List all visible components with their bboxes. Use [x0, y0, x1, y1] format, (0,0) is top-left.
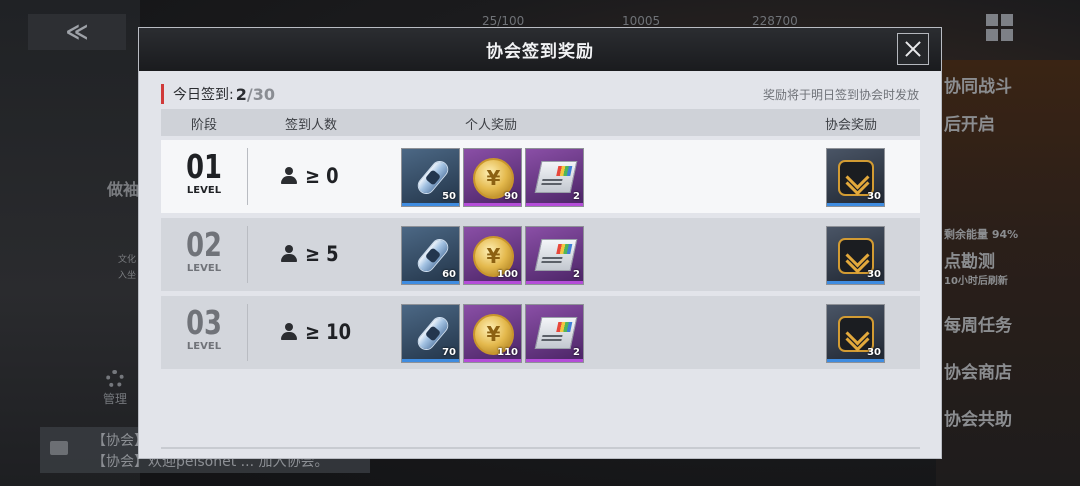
- table-header: 阶段 签到人数 个人奖励 协会奖励: [161, 109, 920, 136]
- reward-notice: 奖励将于明日签到协会时发放: [762, 88, 919, 102]
- col-guild-reward: 协会奖励: [824, 118, 877, 133]
- chat-bubble-icon: [50, 441, 68, 455]
- rarity-bar: [827, 359, 884, 362]
- rarity-bar: [464, 203, 521, 206]
- rarity-bar: [827, 281, 884, 284]
- level-word: LEVEL: [186, 185, 222, 196]
- reward-item-chip[interactable]: 2: [525, 226, 584, 285]
- rarity-bar: [464, 281, 521, 284]
- reward-item-capsule[interactable]: 50: [401, 148, 460, 207]
- rarity-bar: [402, 281, 459, 284]
- grid-menu-icon[interactable]: [986, 14, 1014, 42]
- gear-icon: [106, 370, 124, 388]
- chip-card-icon: [534, 161, 578, 193]
- weekly-task-link[interactable]: 每周任务: [944, 311, 1012, 336]
- divider: [247, 304, 248, 361]
- bg-text-culture: 文化: [118, 255, 137, 265]
- rarity-bar: [464, 359, 521, 362]
- level-cell: 03 LEVEL: [161, 303, 247, 353]
- guild-reward-badge[interactable]: 30: [826, 148, 885, 207]
- reward-item-coin[interactable]: 90: [463, 148, 522, 207]
- item-qty: 110: [497, 347, 518, 358]
- checkin-threshold: ≥ 10: [281, 319, 359, 345]
- level-cell: 01 LEVEL: [161, 147, 247, 197]
- manage-button[interactable]: 管理: [95, 370, 135, 407]
- reward-item-capsule[interactable]: 60: [401, 226, 460, 285]
- threshold-value: ≥ 0: [305, 164, 339, 188]
- table-row: 02 LEVEL ≥ 5 60 100 2 30: [161, 218, 920, 291]
- today-label: 今日签到:: [173, 87, 234, 103]
- rarity-bar: [827, 203, 884, 206]
- level-word: LEVEL: [186, 341, 222, 352]
- reward-item-capsule[interactable]: 70: [401, 304, 460, 363]
- rarity-bar: [402, 203, 459, 206]
- col-stage: 阶段: [190, 118, 217, 133]
- person-icon: [281, 167, 297, 185]
- item-qty: 2: [573, 269, 580, 280]
- item-qty: 2: [573, 347, 580, 358]
- divider: [247, 148, 248, 205]
- bg-text-seat: 入坐: [118, 271, 137, 281]
- divider: [247, 226, 248, 283]
- col-personal-reward: 个人奖励: [464, 118, 517, 133]
- item-qty: 70: [442, 347, 456, 358]
- dialog-footer-divider: [161, 447, 920, 449]
- item-qty: 60: [442, 269, 456, 280]
- manage-label: 管理: [102, 392, 127, 406]
- checkin-reward-dialog: 协会签到奖励 今日签到: 2 /30 奖励将于明日签到协会时发放 阶段 签到人数…: [138, 27, 942, 459]
- coop-open-label: 后开启: [944, 115, 995, 135]
- item-qty: 50: [442, 191, 456, 202]
- item-qty: 90: [504, 191, 518, 202]
- close-icon[interactable]: [897, 33, 929, 65]
- energy-label: 剩余能量 94%: [944, 228, 1019, 241]
- item-qty: 30: [867, 269, 881, 280]
- col-checkins: 签到人数: [284, 118, 337, 133]
- table-row: 03 LEVEL ≥ 10 70 110 2 30: [161, 296, 920, 369]
- reward-item-chip[interactable]: 2: [525, 304, 584, 363]
- checkin-threshold: ≥ 0: [281, 163, 345, 189]
- item-qty: 30: [867, 347, 881, 358]
- left-panel-bg: [0, 0, 140, 486]
- guild-reward-badge[interactable]: 30: [826, 304, 885, 363]
- threshold-value: ≥ 5: [305, 242, 339, 266]
- guild-shop-link[interactable]: 协会商店: [944, 358, 1012, 383]
- item-qty: 2: [573, 191, 580, 202]
- guild-assist-link[interactable]: 协会共助: [944, 405, 1012, 430]
- rarity-bar: [526, 359, 583, 362]
- item-qty: 30: [867, 191, 881, 202]
- threshold-value: ≥ 10: [305, 320, 352, 344]
- level-number: 03: [186, 303, 222, 342]
- coop-battle-label[interactable]: 协同战斗: [944, 72, 1012, 97]
- item-qty: 100: [497, 269, 518, 280]
- level-number: 01: [186, 147, 222, 186]
- rarity-bar: [402, 359, 459, 362]
- today-total: /30: [246, 84, 275, 104]
- person-icon: [281, 323, 297, 341]
- chip-card-icon: [534, 239, 578, 271]
- reward-item-coin[interactable]: 100: [463, 226, 522, 285]
- level-number: 02: [186, 225, 222, 264]
- checkin-threshold: ≥ 5: [281, 241, 345, 267]
- refresh-label: 10小时后刷新: [944, 276, 1008, 287]
- rarity-bar: [526, 203, 583, 206]
- reward-item-coin[interactable]: 110: [463, 304, 522, 363]
- bg-guild-name: 做袖: [107, 180, 140, 199]
- today-count: 2: [235, 84, 247, 104]
- dialog-title: 协会签到奖励: [486, 42, 594, 62]
- rarity-bar: [526, 281, 583, 284]
- survey-label[interactable]: 点勘测: [944, 247, 995, 272]
- table-row: 01 LEVEL ≥ 0 50 90 2 30: [161, 140, 920, 213]
- level-word: LEVEL: [186, 263, 222, 274]
- guild-reward-badge[interactable]: 30: [826, 226, 885, 285]
- dialog-header: 协会签到奖励: [139, 28, 941, 71]
- person-icon: [281, 245, 297, 263]
- today-checkin: 今日签到: 2 /30: [161, 84, 275, 104]
- chip-card-icon: [534, 317, 578, 349]
- reward-item-chip[interactable]: 2: [525, 148, 584, 207]
- back-button[interactable]: ≪: [28, 14, 126, 50]
- level-cell: 02 LEVEL: [161, 225, 247, 275]
